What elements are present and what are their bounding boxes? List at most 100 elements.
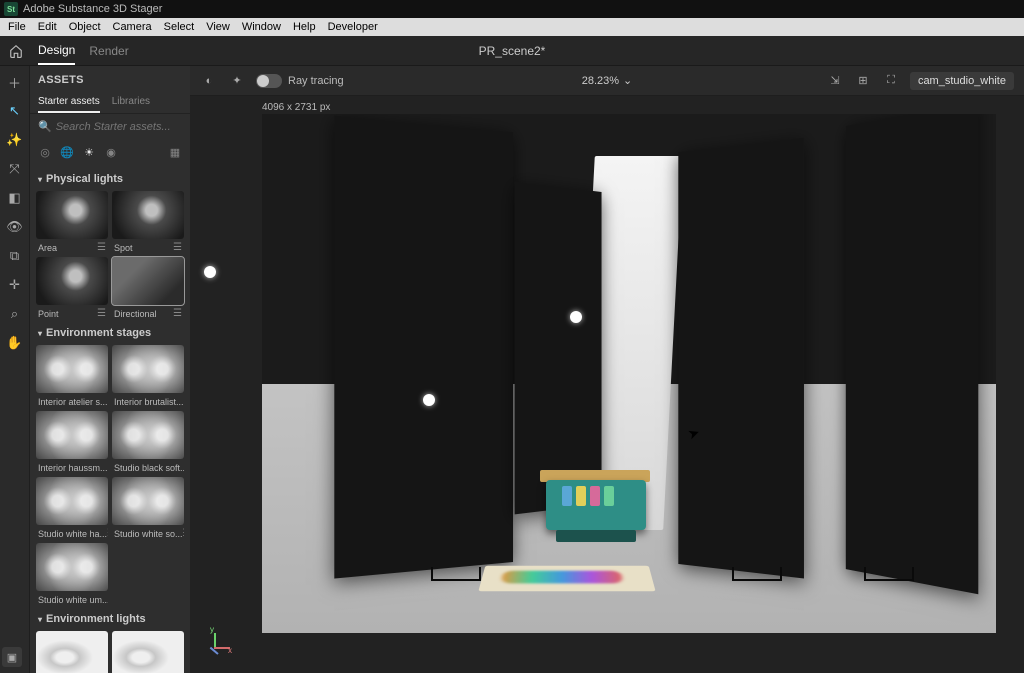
adjust-icon[interactable]: ☰ [173,308,182,319]
asset-card-envlight[interactable]: Square☰ [112,631,184,673]
hand-icon[interactable]: ✋ [5,333,25,353]
scene-flag [335,116,513,579]
menubar: File Edit Object Camera Select View Wind… [0,18,1024,36]
maximize-icon[interactable]: ⛶ [882,72,900,90]
viewport-toolbar: ◐ ✦ Ray tracing 28.23% ⌄ ⇲ ⊞ ⛶ cam_studi… [190,66,1024,96]
viewport[interactable]: 4096 x 2731 px [190,96,1024,673]
scene-paper [479,566,656,591]
home-icon[interactable] [8,43,24,59]
section-physical-lights[interactable]: ▾ Physical lights [34,165,186,191]
tab-libraries[interactable]: Libraries [112,92,150,113]
mode-design[interactable]: Design [38,37,75,65]
asset-card-env[interactable]: Studio white so...☰ [112,477,184,539]
menu-object[interactable]: Object [63,19,107,35]
chevron-down-icon: ▾ [38,175,42,184]
scene-stand [431,567,481,581]
asset-card-env[interactable]: Studio black soft...☰ [112,411,184,473]
assets-filter-row: ◎ 🌐 ☀ ◉ ▦ [30,139,190,165]
select-arrow-icon[interactable]: ↖ [5,101,25,121]
transform-icon[interactable]: ⤧ [5,159,25,179]
scene-stand [864,567,914,581]
app-title: Adobe Substance 3D Stager [23,3,162,15]
layout-grid-icon[interactable]: ▦ [168,145,182,159]
asset-card-directional[interactable]: Directional☰ [112,257,184,319]
filter-swirl-icon[interactable]: ◎ [38,145,52,159]
vt-sphere-icon[interactable]: ◐ [200,72,218,90]
thumb-area-light [36,191,108,239]
axis-gizmo[interactable]: y x [204,629,230,655]
asset-card-env[interactable]: Studio white um...☰ [36,543,108,605]
vt-wire-icon[interactable]: ✦ [228,72,246,90]
modebar: Design Render PR_scene2* [0,36,1024,66]
cube-icon[interactable]: ◧ [5,188,25,208]
raytracing-toggle[interactable] [256,74,282,88]
filter-globe-icon[interactable]: 🌐 [60,145,74,159]
viewport-area: ◐ ✦ Ray tracing 28.23% ⌄ ⇲ ⊞ ⛶ cam_studi… [190,66,1024,673]
thumb-point-light [36,257,108,305]
app-icon: St [4,2,18,16]
tab-starter-assets[interactable]: Starter assets [38,92,100,113]
document-title: PR_scene2* [479,44,546,58]
menu-help[interactable]: Help [287,19,322,35]
zoom-dropdown[interactable]: 28.23% ⌄ [582,74,633,87]
section-title: Environment stages [46,327,151,339]
grid-icon[interactable]: ⊞ [854,72,872,90]
chevron-down-icon: ▾ [38,329,42,338]
assets-search[interactable]: 🔍 [38,120,182,133]
window-titlebar: St Adobe Substance 3D Stager [0,0,1024,18]
assets-panel: ASSETS Starter assets Libraries 🔍 ◎ 🌐 ☀ … [30,66,190,673]
scene-stand [732,567,782,581]
tool-strip: ＋ ↖ ✨ ⤧ ◧ 👁 ⧉ ✛ ⌕ ✋ ▣ [0,66,30,673]
asset-card-env[interactable]: Interior brutalist...☰ [112,345,184,407]
scene-flag [845,114,977,594]
menu-file[interactable]: File [2,19,32,35]
asset-card-env[interactable]: Studio white ha...☰ [36,477,108,539]
scene-flag [678,138,804,579]
camera-dropdown[interactable]: cam_studio_white [910,72,1014,90]
asset-card-env[interactable]: Interior atelier s...☰ [36,345,108,407]
menu-select[interactable]: Select [158,19,201,35]
menu-edit[interactable]: Edit [32,19,63,35]
adjust-icon[interactable]: ☰ [97,242,106,253]
assets-header: ASSETS [30,66,190,92]
section-environment-stages[interactable]: ▾ Environment stages [34,319,186,345]
magic-wand-icon[interactable]: ✨ [5,130,25,150]
render-dimensions: 4096 x 2731 px [262,102,330,113]
adjust-icon[interactable]: ☰ [107,528,108,539]
adjust-icon[interactable]: ☰ [97,308,106,319]
asset-card-spot[interactable]: Spot☰ [112,191,184,253]
plus-move-icon[interactable]: ✛ [5,275,25,295]
menu-camera[interactable]: Camera [107,19,158,35]
assets-search-input[interactable] [56,121,182,133]
mode-render[interactable]: Render [89,38,128,64]
search-icon: 🔍 [38,120,52,133]
scene-light-gizmo[interactable] [204,266,216,278]
raytracing-label: Ray tracing [288,75,344,87]
panel-toggle-icon[interactable]: ▣ [2,647,22,667]
eye-icon[interactable]: 👁 [5,217,25,237]
section-title: Physical lights [46,173,123,185]
adjust-icon[interactable]: ☰ [183,528,184,539]
asset-card-area[interactable]: Area☰ [36,191,108,253]
adjust-icon[interactable]: ☰ [173,242,182,253]
search-tool-icon[interactable]: ⌕ [5,304,25,324]
filter-sun-icon[interactable]: ☀ [82,145,96,159]
assets-tabs: Starter assets Libraries [30,92,190,114]
menu-view[interactable]: View [200,19,236,35]
snap-icon[interactable]: ⇲ [826,72,844,90]
filter-spot-icon[interactable]: ◉ [104,145,118,159]
scene-machine[interactable] [526,460,666,560]
menu-window[interactable]: Window [236,19,287,35]
asset-card-env[interactable]: Interior haussm...☰ [36,411,108,473]
thumb-directional-light [112,257,184,305]
asset-card-point[interactable]: Point☰ [36,257,108,319]
duplicate-icon[interactable]: ⧉ [5,246,25,266]
assets-scroll[interactable]: ▾ Physical lights Area☰ Spot☰ Point☰ [30,165,190,673]
menu-developer[interactable]: Developer [322,19,384,35]
section-environment-lights[interactable]: ▾ Environment lights [34,605,186,631]
add-icon[interactable]: ＋ [5,72,25,92]
section-title: Environment lights [46,613,146,625]
render-canvas[interactable]: ➤ [262,114,996,633]
chevron-down-icon: ▾ [38,615,42,624]
asset-card-envlight[interactable]: Circle☰ [36,631,108,673]
